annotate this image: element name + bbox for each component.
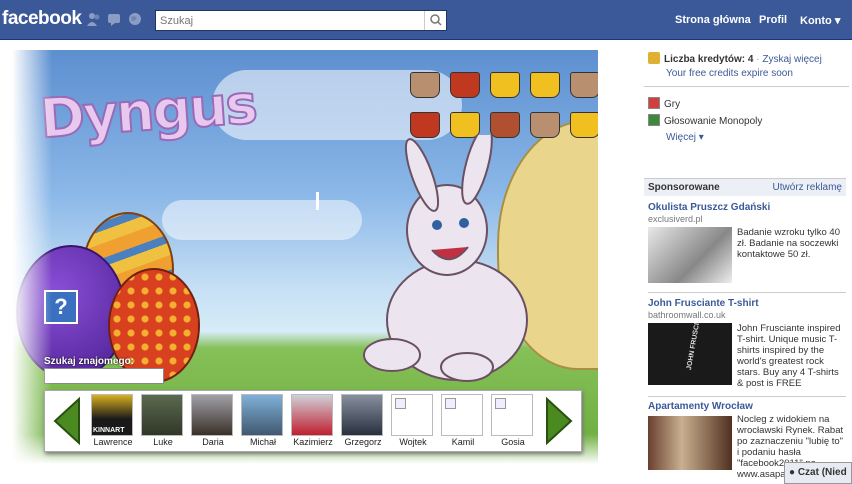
friend-name: Wojtek: [399, 437, 427, 447]
search-icon: [430, 14, 442, 26]
friend-photo: [291, 394, 333, 436]
ad-title[interactable]: Okulista Pruszcz Gdański: [648, 202, 770, 213]
sponsored-label: Sponsorowane: [648, 182, 720, 193]
search-input[interactable]: [156, 11, 416, 30]
ad-url: exclusiverd.pl: [648, 214, 703, 224]
friend-photo-placeholder: [391, 394, 433, 436]
friend-photo-placeholder: [441, 394, 483, 436]
game-logo: Dyngus: [37, 72, 259, 152]
friend-tile[interactable]: Luke: [141, 394, 185, 450]
ad-image[interactable]: [648, 227, 732, 283]
friend-name: Gosia: [501, 437, 525, 447]
bunny-character[interactable]: [352, 135, 552, 385]
friends-strip: KINNART Lawrence Luke Daria Michał Kazim…: [44, 390, 582, 452]
games-icon: [648, 97, 660, 109]
scroll-left-arrow-icon[interactable]: [49, 395, 87, 447]
friend-requests-icon[interactable]: [86, 12, 102, 26]
right-sidebar: Liczba kredytów: 4 · Zyskaj więcej Your …: [640, 44, 852, 484]
friend-name: Daria: [202, 437, 224, 447]
credits-icon: [648, 52, 660, 64]
find-friend-label: Szukaj znajomego:: [44, 356, 135, 367]
top-bar: facebook Strona główna Profil Konto ▾: [0, 0, 852, 40]
ad-title[interactable]: Apartamenty Wrocław: [648, 401, 753, 412]
divider: [644, 86, 849, 87]
friend-photo: [241, 394, 283, 436]
ad-image[interactable]: [648, 416, 732, 470]
scroll-right-arrow-icon[interactable]: [539, 395, 577, 447]
friend-photo-placeholder: [491, 394, 533, 436]
friend-tile[interactable]: Wojtek: [391, 394, 435, 450]
friend-tile[interactable]: KINNART Lawrence: [91, 394, 135, 450]
friend-photo: KINNART: [91, 394, 133, 436]
bucket-icon[interactable]: [410, 72, 440, 98]
credits-expire-link[interactable]: Your free credits expire soon: [666, 68, 793, 79]
friend-tile[interactable]: Daria: [191, 394, 235, 450]
ad-url: bathroomwall.co.uk: [648, 310, 726, 320]
friend-tile[interactable]: Kazimierz: [291, 394, 335, 450]
divider: [648, 292, 846, 293]
search-button[interactable]: [424, 11, 446, 30]
get-more-credits-link[interactable]: Zyskaj więcej: [762, 54, 821, 65]
create-ad-link[interactable]: Utwórz reklamę: [773, 182, 842, 193]
friend-photo: [341, 394, 383, 436]
sponsored-header: Sponsorowane Utwórz reklamę: [644, 178, 846, 196]
ad-text: Badanie wzroku tylko 40 zł. Badanie na s…: [737, 227, 840, 260]
ad-text: John Frusciante inspired T-shirt. Unique…: [737, 323, 841, 389]
friend-tile[interactable]: Kamil: [441, 394, 485, 450]
messages-icon[interactable]: [107, 12, 123, 26]
credits-row: Liczba kredytów: 4 · Zyskaj więcej: [648, 52, 822, 65]
find-friend-input[interactable]: [44, 368, 164, 384]
friend-photo: [141, 394, 183, 436]
apps-games-item[interactable]: Gry: [648, 97, 680, 110]
divider: [648, 396, 846, 397]
friend-tile[interactable]: Michał: [241, 394, 285, 450]
friend-name: Grzegorz: [344, 437, 382, 447]
facebook-logo[interactable]: facebook: [2, 8, 82, 30]
apps-monopoly-item[interactable]: Głosowanie Monopoly: [648, 114, 762, 127]
notifications-globe-icon[interactable]: [128, 12, 144, 26]
nav-profile[interactable]: Profil: [759, 14, 787, 26]
bucket-icon[interactable]: [570, 72, 598, 98]
ad-title[interactable]: John Frusciante T-shirt: [648, 298, 759, 309]
cloud: [162, 200, 362, 240]
bucket-icon[interactable]: [490, 72, 520, 98]
friend-tile[interactable]: Grzegorz: [341, 394, 385, 450]
bucket-icon[interactable]: [450, 72, 480, 98]
friend-name: Kamil: [451, 437, 475, 447]
search-box: [155, 10, 447, 31]
chat-icon: ●: [789, 467, 796, 478]
friend-name: Lawrence: [93, 437, 133, 447]
nav-account[interactable]: Konto ▾: [800, 14, 840, 27]
chat-button[interactable]: ● Czat (Nied: [784, 462, 852, 484]
friend-name: Luke: [153, 437, 173, 447]
text-cursor: [316, 192, 319, 210]
more-link[interactable]: Więcej ▾: [666, 132, 704, 143]
bucket-icon[interactable]: [530, 72, 560, 98]
bucket-icon[interactable]: [570, 112, 598, 138]
friend-name: Michał: [249, 437, 276, 447]
ad-image[interactable]: JOHN FRUSCIANTE: [648, 323, 732, 385]
monopoly-icon: [648, 114, 660, 126]
friend-tile[interactable]: Gosia: [491, 394, 535, 450]
chevron-down-icon: ▾: [698, 132, 704, 143]
friend-name: Kazimierz: [293, 437, 333, 447]
friend-photo: [191, 394, 233, 436]
nav-home[interactable]: Strona główna: [675, 14, 751, 26]
credits-label: Liczba kredytów: 4: [664, 54, 754, 65]
